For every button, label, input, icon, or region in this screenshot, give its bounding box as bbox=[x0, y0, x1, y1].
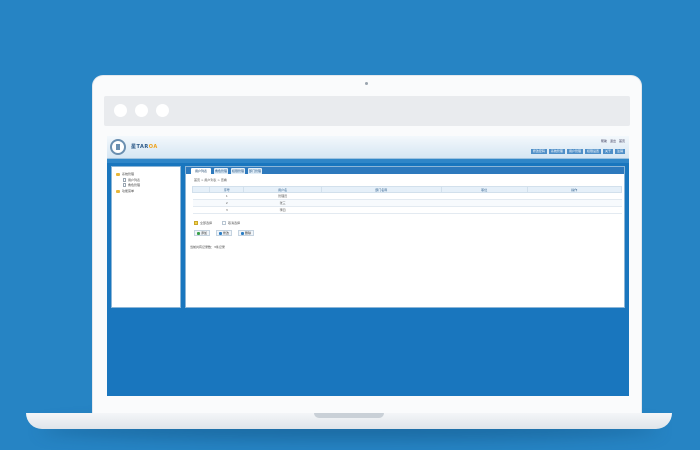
menu-item-change-password[interactable]: 修改密码 bbox=[530, 149, 547, 154]
cell-actions[interactable] bbox=[527, 206, 622, 214]
browser-toolbar bbox=[104, 96, 630, 126]
window-close-dot[interactable] bbox=[114, 104, 127, 117]
app-screen: 星TAROA 帮助 退出 首页 修改密码 系统管理 用户管理 权限设置 关于 注… bbox=[107, 136, 629, 396]
cell-index: 1 bbox=[209, 192, 244, 200]
cell-actions[interactable] bbox=[527, 192, 622, 200]
deselect-all-checkbox[interactable]: 取消选择 bbox=[222, 221, 240, 225]
folder-icon bbox=[116, 172, 120, 176]
cell-select[interactable] bbox=[192, 199, 210, 207]
edit-button[interactable]: 修改 bbox=[216, 230, 233, 236]
top-links: 帮助 退出 首页 bbox=[601, 139, 625, 143]
window-maximize-dot[interactable] bbox=[156, 104, 169, 117]
main-panel: 用户列表 角色管理 权限管理 部门管理 首页 > 用户列表 > 查看 序号 用户… bbox=[185, 166, 625, 308]
edit-icon bbox=[219, 231, 223, 235]
checkbox-empty-icon bbox=[222, 221, 227, 225]
cell-department bbox=[321, 199, 442, 207]
action-buttons: 添加 修改 删除 bbox=[194, 230, 255, 236]
checkbox-checked-icon bbox=[194, 221, 198, 225]
laptop-base bbox=[26, 413, 672, 429]
sidebar-item-label: 功能菜单 bbox=[122, 189, 135, 193]
tab-roles[interactable]: 角色管理 bbox=[214, 168, 228, 174]
table-row[interactable]: 3 李四 bbox=[192, 206, 622, 214]
checkbox-label: 取消选择 bbox=[228, 221, 241, 225]
header-divider bbox=[107, 159, 629, 163]
cell-username: 李四 bbox=[243, 206, 322, 214]
sidebar-tree: 系统管理 用户列表 角色管理 功能菜单 bbox=[111, 166, 181, 308]
delete-button[interactable]: 删除 bbox=[238, 230, 255, 236]
window-minimize-dot[interactable] bbox=[135, 104, 148, 117]
sidebar-item-user-list[interactable]: 用户列表 bbox=[123, 178, 140, 182]
table-row[interactable]: 1 管理员 bbox=[192, 192, 622, 200]
user-table: 序号 用户名 部门名称 职位 操作 1 管理员 2 张三 3 李四 bbox=[191, 186, 623, 214]
top-link-logout[interactable]: 退出 bbox=[610, 139, 616, 143]
sidebar-item-label: 系统管理 bbox=[122, 172, 135, 176]
menu-item-signout[interactable]: 注销 bbox=[614, 149, 625, 154]
top-menu: 修改密码 系统管理 用户管理 权限设置 关于 注销 bbox=[530, 149, 625, 154]
tab-bar: 用户列表 角色管理 权限管理 部门管理 bbox=[186, 167, 624, 174]
tab-permissions[interactable]: 权限管理 bbox=[231, 168, 245, 174]
cell-select[interactable] bbox=[192, 206, 210, 214]
delete-icon bbox=[241, 231, 245, 235]
add-button[interactable]: 添加 bbox=[194, 230, 211, 236]
selection-controls: 全部选择 取消选择 bbox=[194, 221, 240, 225]
breadcrumb: 首页 > 用户列表 > 查看 bbox=[194, 178, 227, 182]
folder-icon bbox=[116, 189, 120, 193]
sidebar-item-label: 角色管理 bbox=[128, 183, 141, 187]
button-label: 添加 bbox=[201, 231, 208, 235]
menu-item-about[interactable]: 关于 bbox=[602, 149, 613, 154]
menu-item-system[interactable]: 系统管理 bbox=[548, 149, 565, 154]
cell-department bbox=[321, 192, 442, 200]
cell-position bbox=[441, 192, 528, 200]
brand-title: 星TAROA bbox=[131, 143, 158, 150]
cell-department bbox=[321, 206, 442, 214]
table-row[interactable]: 2 张三 bbox=[192, 199, 622, 207]
sidebar-item-system[interactable]: 系统管理 bbox=[116, 172, 134, 176]
cell-select[interactable] bbox=[192, 192, 210, 200]
select-all-checkbox[interactable]: 全部选择 bbox=[194, 221, 212, 225]
sidebar-item-menus[interactable]: 功能菜单 bbox=[116, 189, 134, 193]
cell-position bbox=[441, 206, 528, 214]
checkbox-label: 全部选择 bbox=[200, 221, 213, 225]
cell-username: 管理员 bbox=[243, 192, 322, 200]
menu-item-permissions[interactable]: 权限设置 bbox=[584, 149, 601, 154]
plus-icon bbox=[197, 231, 200, 235]
page-icon bbox=[123, 183, 126, 187]
cell-username: 张三 bbox=[243, 199, 322, 207]
app-header: 星TAROA 帮助 退出 首页 修改密码 系统管理 用户管理 权限设置 关于 注… bbox=[107, 136, 629, 159]
sidebar-item-roles[interactable]: 角色管理 bbox=[123, 183, 140, 187]
sidebar-item-label: 用户列表 bbox=[128, 178, 141, 182]
logo-icon bbox=[110, 139, 126, 155]
cell-position bbox=[441, 199, 528, 207]
brand-accent: OA bbox=[148, 144, 158, 150]
tab-departments[interactable]: 部门管理 bbox=[248, 168, 262, 174]
button-label: 修改 bbox=[223, 231, 230, 235]
camera-icon bbox=[365, 82, 368, 85]
record-count: 当前共有记录数：3条记录 bbox=[190, 245, 225, 249]
cell-actions[interactable] bbox=[527, 199, 622, 207]
top-link-help[interactable]: 帮助 bbox=[601, 139, 607, 143]
tab-user-list[interactable]: 用户列表 bbox=[191, 168, 211, 174]
brand-main: 星TAR bbox=[131, 144, 149, 150]
page-icon bbox=[123, 178, 126, 182]
button-label: 删除 bbox=[245, 231, 252, 235]
cell-index: 3 bbox=[209, 206, 244, 214]
top-link-home[interactable]: 首页 bbox=[619, 139, 625, 143]
laptop-notch bbox=[314, 413, 384, 418]
menu-item-users[interactable]: 用户管理 bbox=[566, 149, 583, 154]
cell-index: 2 bbox=[209, 199, 244, 207]
